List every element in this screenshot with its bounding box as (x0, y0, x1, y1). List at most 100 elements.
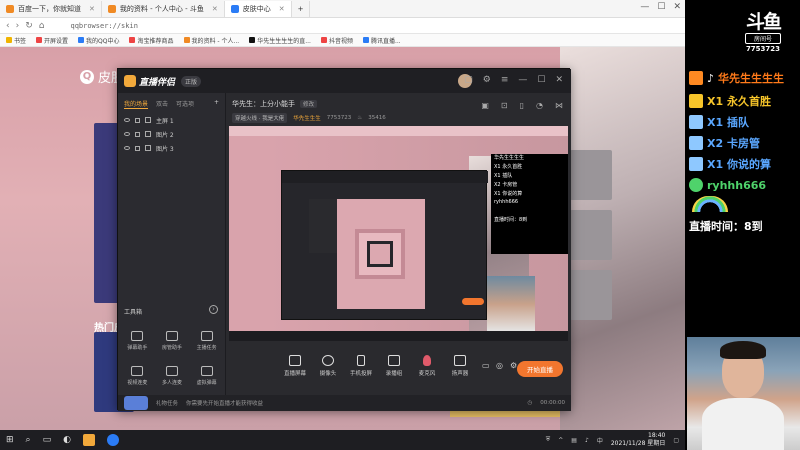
room-number: 7753723 (745, 45, 781, 53)
side-card[interactable] (570, 210, 612, 260)
eye-icon[interactable] (124, 118, 130, 122)
tool-item[interactable]: 虚拟弹幕 (190, 366, 224, 386)
phone-cast-button[interactable]: 手机投屏 (345, 355, 377, 377)
target-icon[interactable]: ◎ (496, 361, 503, 370)
maximize-icon[interactable]: ☐ (537, 75, 545, 85)
forward-icon[interactable]: › (16, 21, 20, 31)
close-icon[interactable]: ✕ (89, 5, 95, 13)
chat-line: ♪ 华先生生生生 (689, 68, 784, 88)
bookmark-item[interactable]: 淘宝推荐商品 (129, 36, 174, 45)
tool-item[interactable]: 弹幕助手 (120, 331, 154, 351)
back-icon[interactable]: ‹ (6, 21, 10, 31)
camera-button[interactable]: 摄像头 (312, 355, 344, 377)
share-icon[interactable]: ▣ (481, 101, 489, 110)
bookmark-icon (6, 37, 12, 43)
close-icon[interactable]: ✕ (555, 75, 563, 85)
side-card[interactable] (570, 270, 612, 320)
task-view-icon[interactable]: ▭ (43, 435, 52, 445)
tool-item[interactable]: 房管助手 (155, 331, 189, 351)
qq-logo-icon: Q (80, 69, 94, 84)
lock-icon[interactable] (135, 131, 140, 137)
side-card[interactable] (570, 150, 612, 200)
search-icon[interactable]: ⌕ (26, 435, 31, 445)
bookmark-item[interactable]: 腾讯直播... (362, 36, 401, 45)
volume-icon[interactable]: ♪ (585, 437, 589, 444)
shield-icon[interactable]: ⛨ (546, 436, 551, 444)
minimize-icon[interactable]: — (518, 75, 527, 85)
category-selector[interactable]: 穿越火线 · 我是大佬 (232, 113, 288, 123)
scene-item[interactable]: 图片 3 (118, 141, 225, 155)
microphone-button[interactable]: 麦克风 (411, 355, 443, 377)
qqbrowser-taskbar-icon[interactable] (106, 434, 119, 446)
refresh-icon[interactable]: ↻ (25, 21, 33, 31)
close-icon[interactable]: ✕ (279, 5, 285, 13)
scene-item[interactable]: 主屏 1 (118, 113, 225, 127)
bookmark-label: 抖音视频 (328, 37, 353, 45)
edge-icon[interactable]: ◐ (63, 435, 71, 445)
ime-icon[interactable]: 中 (597, 436, 603, 445)
lock-icon[interactable] (135, 145, 140, 151)
close-icon[interactable]: ✕ (212, 5, 218, 13)
bookmark-item[interactable]: 书签 (6, 36, 26, 45)
lock-icon[interactable] (135, 117, 140, 123)
bookmark-label: 华先生生生生的直... (257, 37, 311, 45)
danmu-icon (131, 331, 144, 341)
bookmark-item[interactable]: 我的资料 - 个人... (183, 36, 239, 45)
eye-icon[interactable] (124, 132, 130, 136)
room-title: 华先生：上分小能手 (232, 100, 295, 108)
home-icon[interactable]: ⌂ (39, 21, 45, 31)
tab-bar: 百度一下，你就知道 ✕ 我的资料 - 个人中心 - 斗鱼 ✕ 皮肤中心 ✕ + … (0, 0, 685, 18)
tool-row: 视频连麦 多人连麦 虚拟弹幕 (120, 366, 224, 386)
video-icon[interactable]: ▭ (482, 361, 490, 370)
menu-icon[interactable]: ≡ (501, 75, 509, 85)
settings-icon[interactable]: ⚙ (483, 75, 491, 85)
tab-double[interactable]: 双击 (156, 99, 168, 109)
live-main-panel: 华先生：上分小能手 修改 穿越火线 · 我是大佬 华先生生生 7753723 ♨… (226, 93, 571, 395)
bookmark-item[interactable]: 开屏设置 (36, 36, 68, 45)
tab-baidu[interactable]: 百度一下，你就知道 ✕ (0, 0, 102, 17)
recording-button[interactable]: 录播组 (378, 355, 410, 377)
minimize-icon[interactable]: — (640, 2, 649, 12)
chat-line: X1 插队 (689, 112, 749, 132)
mobile-icon[interactable]: ▯ (520, 101, 524, 110)
lock-icon[interactable]: ⊡ (501, 101, 508, 110)
bookmark-item[interactable]: 我的QQ中心 (78, 36, 119, 45)
tab-profile[interactable]: 我的资料 - 个人中心 - 斗鱼 ✕ (102, 0, 225, 17)
preview-tabbar (229, 126, 568, 136)
speaker-button[interactable]: 扬声器 (444, 355, 476, 377)
gift-icon (689, 115, 703, 129)
bell-icon[interactable]: ◔ (536, 101, 543, 110)
bookmark-item[interactable]: 华先生生生生的直... (249, 36, 311, 45)
clock[interactable]: 18:40 2021/11/28 星期日 (611, 432, 666, 448)
tool-label: 多人连麦 (161, 380, 182, 386)
stream-preview[interactable]: 华先生生生生 X1 永久首胜 X1 插队 X2 卡房管 X1 你说的算 ryhh… (229, 126, 568, 341)
start-live-button[interactable]: 开始直播 (517, 361, 563, 377)
eye-icon[interactable] (124, 146, 130, 150)
tab-my-scenes[interactable]: 我的场景 (124, 99, 149, 109)
tool-item[interactable]: 主播任务 (190, 331, 224, 351)
live-companion-taskbar-icon[interactable] (82, 434, 95, 446)
tool-label: 扬声器 (451, 371, 469, 377)
add-scene-icon[interactable]: + (214, 99, 219, 109)
screen-capture-button[interactable]: 直播屏幕 (279, 355, 311, 377)
tool-item[interactable]: 多人连麦 (155, 366, 189, 386)
tab-skin-center[interactable]: 皮肤中心 ✕ (224, 0, 292, 17)
close-window-icon[interactable]: ✕ (673, 2, 681, 12)
record-icon (388, 355, 400, 366)
scene-item[interactable]: 图片 2 (118, 127, 225, 141)
network-icon[interactable]: ▤ (571, 437, 577, 444)
maximize-icon[interactable]: ☐ (657, 2, 665, 12)
tool-item[interactable]: 视频连麦 (120, 366, 154, 386)
new-tab-button[interactable]: + (292, 0, 311, 17)
skin-icon[interactable]: ▢ (464, 75, 473, 85)
windows-start-icon[interactable]: ⊞ (6, 435, 14, 445)
toolbox-more-icon[interactable]: › (209, 305, 218, 314)
edit-title-button[interactable]: 修改 (300, 100, 318, 108)
tab-optional[interactable]: 可选项 (176, 99, 194, 109)
network-icon[interactable]: ⋈ (555, 101, 563, 110)
notification-icon[interactable]: ▢ (673, 437, 679, 444)
chevron-up-icon[interactable]: ^ (558, 437, 563, 444)
bookmark-item[interactable]: 抖音视频 (320, 36, 353, 45)
url-field[interactable]: qqbrowser://skin (70, 22, 137, 30)
status-task[interactable]: 礼物任务 (156, 399, 178, 407)
